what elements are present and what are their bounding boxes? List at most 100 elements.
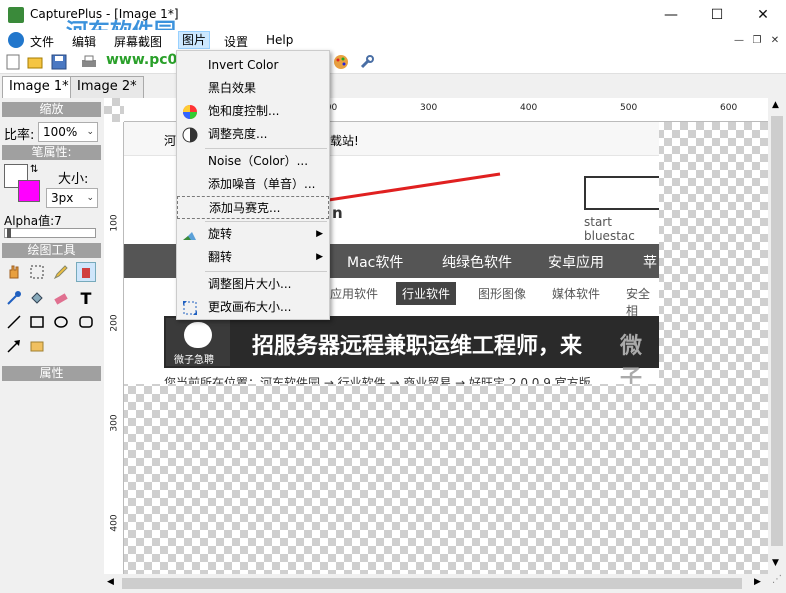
ad-banner[interactable]: 微子急聘 招服务器远程兼职运维工程师，来 微子 (164, 316, 659, 384)
resize-grip-icon[interactable]: ⋰ (768, 574, 786, 593)
mdi-minimize-button[interactable]: — (732, 33, 746, 47)
nav-item[interactable]: Mac软件 (347, 252, 403, 272)
tab-image-2[interactable]: Image 2* (70, 76, 144, 98)
ruler-label: 400 (109, 514, 120, 532)
size-select[interactable]: 3px ⌄ (46, 188, 98, 208)
palette-icon[interactable] (332, 53, 350, 71)
menu-edit[interactable]: 编辑 (72, 33, 96, 50)
drawing-tools-header: 绘图工具 (2, 243, 101, 258)
annotation-arrow (308, 172, 501, 208)
subnav-item[interactable]: 图形图像 (478, 285, 526, 302)
menu-file[interactable]: 文件 (30, 33, 54, 50)
horizontal-scrollbar[interactable]: ◀ ▶ (104, 574, 768, 593)
menu-settings[interactable]: 设置 (224, 33, 248, 50)
open-folder-icon[interactable] (26, 53, 44, 71)
highlighter-tool-icon[interactable] (27, 336, 47, 356)
vertical-scroll-thumb[interactable] (771, 116, 783, 546)
notice-text-right: 载站! (330, 134, 359, 148)
bucket-tool-icon[interactable] (76, 262, 96, 282)
size-value: 3px (51, 191, 74, 205)
minimize-button[interactable]: — (648, 0, 694, 30)
menu-screenshot[interactable]: 屏幕截图 (114, 33, 162, 50)
menu-mosaic[interactable]: 添加马赛克... (177, 196, 329, 219)
scroll-up-icon[interactable]: ▲ (772, 100, 779, 110)
scroll-right-icon[interactable]: ▶ (754, 577, 761, 587)
rectangle-tool-icon[interactable] (27, 312, 47, 332)
maximize-button[interactable]: ☐ (694, 0, 740, 30)
menu-help[interactable]: Help (266, 33, 293, 47)
fill-icon[interactable] (27, 288, 47, 308)
subnav-item[interactable]: 应用软件 (330, 285, 378, 302)
banner-logo-face-icon (184, 322, 212, 348)
menu-flip[interactable]: 翻转 ▶ (177, 246, 329, 269)
menu-resize-canvas[interactable]: 更改画布大小... (177, 296, 329, 319)
subnav-item[interactable]: 媒体软件 (552, 285, 600, 302)
search-box[interactable] (584, 176, 659, 210)
menu-black-white[interactable]: 黑白效果 (177, 77, 329, 100)
mdi-close-button[interactable]: ✕ (768, 33, 782, 47)
properties-header: 属性 (2, 366, 101, 381)
menu-noise-mono[interactable]: 添加噪音（单音）... (177, 173, 329, 196)
image-menu-dropdown: Invert Color 黑白效果 饱和度控制... 调整亮度... Noise… (176, 50, 330, 320)
eraser-icon[interactable] (51, 288, 71, 308)
save-icon[interactable] (50, 53, 68, 71)
menu-saturation[interactable]: 饱和度控制... (177, 100, 329, 123)
horizontal-scroll-thumb[interactable] (122, 578, 742, 589)
color-wheel-icon (183, 105, 197, 119)
alpha-slider-thumb[interactable] (7, 228, 11, 238)
rotate-icon (183, 232, 196, 240)
text-tool-icon[interactable]: T (76, 288, 96, 308)
line-tool-icon[interactable] (4, 312, 24, 332)
size-label: 大小: (58, 172, 89, 187)
mdi-restore-button[interactable]: ❐ (750, 33, 764, 47)
swap-colors-icon[interactable]: ⇅ (30, 164, 38, 175)
ruler-label: 100 (109, 214, 120, 232)
search-hint: start bluestac (584, 215, 635, 243)
chevron-down-icon: ⌄ (86, 193, 94, 203)
menu-brightness[interactable]: 调整亮度... (177, 123, 329, 146)
close-button[interactable]: ✕ (740, 0, 786, 30)
pen-color-swatch[interactable] (18, 180, 40, 202)
hand-tool-icon[interactable] (4, 262, 24, 282)
zoom-select[interactable]: 100% ⌄ (38, 122, 98, 142)
alpha-slider[interactable] (4, 228, 96, 238)
menu-resize-canvas-label: 更改画布大小... (208, 300, 292, 314)
nav-item[interactable]: 安卓应用 (548, 252, 604, 272)
menu-noise-color[interactable]: Noise（Color）... (177, 150, 329, 173)
ruler-label: 200 (109, 314, 120, 332)
print-icon[interactable] (80, 53, 98, 71)
nav-item[interactable]: 纯绿色软件 (442, 252, 512, 272)
subnav-item-active[interactable]: 行业软件 (396, 282, 457, 305)
banner-text-tail: 微子 (620, 334, 643, 384)
wrench-icon[interactable] (358, 53, 376, 71)
menu-image[interactable]: 图片 (178, 31, 211, 49)
new-file-icon[interactable] (4, 53, 22, 71)
canvas-resize-icon (183, 301, 197, 315)
app-logo-icon (8, 32, 24, 48)
tab-image-1[interactable]: Image 1* (2, 76, 76, 98)
banner-logo-text: 微子急聘 (174, 355, 214, 366)
arrow-tool-icon[interactable] (4, 336, 24, 356)
scroll-down-icon[interactable]: ▼ (772, 558, 779, 568)
select-rect-icon[interactable] (27, 262, 47, 282)
submenu-arrow-icon: ▶ (316, 229, 323, 239)
nav-item[interactable]: 苹 (643, 252, 657, 272)
menu-rotate[interactable]: 旋转 ▶ (177, 223, 329, 246)
app-icon (8, 7, 24, 23)
menu-resize-image[interactable]: 调整图片大小... (177, 273, 329, 296)
ruler-label: 500 (620, 103, 638, 113)
banner-logo: 微子急聘 (166, 318, 230, 366)
ellipse-tool-icon[interactable] (51, 312, 71, 332)
menu-flip-label: 翻转 (208, 250, 233, 264)
vertical-scrollbar[interactable]: ▲ ▼ (768, 98, 786, 574)
menu-saturation-label: 饱和度控制... (208, 104, 280, 118)
scroll-left-icon[interactable]: ◀ (107, 577, 114, 587)
pencil-icon[interactable] (51, 262, 71, 282)
title-bar: CapturePlus - [Image 1*] 河东软件园 — ☐ ✕ (0, 0, 786, 45)
rounded-rect-tool-icon[interactable] (76, 312, 96, 332)
subnav-item[interactable]: 安全相 (626, 285, 659, 319)
pen-header: 笔属性: (2, 145, 101, 160)
menu-invert-color[interactable]: Invert Color (177, 54, 329, 77)
chevron-down-icon: ⌄ (86, 127, 94, 137)
eyedropper-icon[interactable] (4, 288, 24, 308)
